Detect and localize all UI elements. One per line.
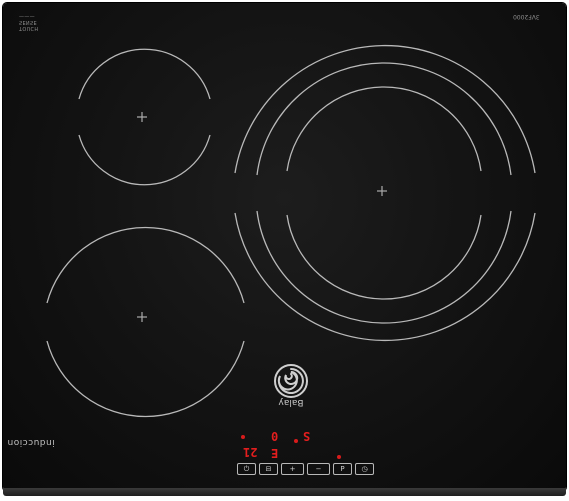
zone-right-inner-ring[interactable] — [286, 86, 482, 300]
touch-sense-mark: TOUCH SENSE ——— — [19, 13, 39, 31]
indicator-dot-left — [241, 435, 245, 439]
indicator-dot-middle — [294, 439, 298, 443]
boost-button[interactable]: P — [333, 463, 352, 475]
lock-button[interactable]: ⊟ — [259, 463, 278, 475]
power-button[interactable]: ⏻ — [237, 463, 256, 475]
display-middle-bottom: E — [271, 446, 279, 460]
induction-label: induccion — [7, 437, 55, 447]
zone-right-outer-ring[interactable] — [234, 44, 536, 342]
zone-large-left-ring[interactable] — [46, 226, 245, 418]
timer-button[interactable]: ◷ — [355, 463, 374, 475]
display-middle-top: 0 — [271, 429, 279, 443]
brand-logo-icon — [274, 364, 308, 398]
indicator-dot-right — [337, 455, 341, 459]
cooktop-frame — [3, 488, 566, 496]
minus-button[interactable]: − — [307, 463, 330, 475]
display-zone-left: 21 — [243, 445, 258, 459]
cooking-zones — [46, 44, 536, 418]
zone-right-middle-ring[interactable] — [256, 62, 512, 324]
cooktop-glass: TOUCH SENSE ——— 3VF2000 Balay induccion … — [3, 3, 566, 491]
model-label: 3VF2000 — [513, 13, 540, 20]
plus-button[interactable]: + — [281, 463, 304, 475]
brand-name: Balay — [278, 397, 304, 407]
control-panel: ⏻ ⊟ + − P ◷ — [237, 463, 374, 477]
display-zone-right: S — [303, 429, 311, 443]
